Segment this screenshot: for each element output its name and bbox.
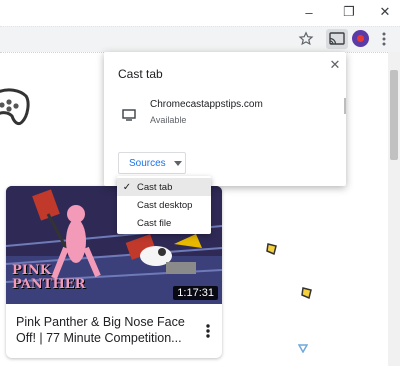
- close-window-button[interactable]: ✕: [376, 4, 394, 20]
- caret-down-icon: [173, 160, 182, 166]
- close-icon[interactable]: ✕: [328, 57, 342, 72]
- star-icon[interactable]: [298, 31, 314, 47]
- sources-menu: ✓ Cast tab Cast desktop Cast file: [117, 176, 211, 234]
- profile-icon[interactable]: [352, 30, 369, 47]
- menu-item-label: Cast tab: [137, 181, 173, 193]
- video-duration: 1:17:31: [173, 286, 218, 300]
- cast-icon[interactable]: [326, 29, 348, 49]
- tv-icon: [122, 108, 136, 121]
- more-vert-icon[interactable]: [378, 31, 390, 47]
- menu-item-cast-tab[interactable]: ✓ Cast tab: [117, 178, 211, 196]
- triangle-marker-icon: [297, 340, 309, 354]
- menu-item-label: Cast file: [137, 217, 172, 229]
- menu-item-cast-file[interactable]: Cast file: [117, 214, 211, 232]
- menu-item-label: Cast desktop: [137, 199, 193, 211]
- video-title[interactable]: Pink Panther & Big Nose Face Off! | 77 M…: [16, 314, 196, 346]
- sources-dropdown-button[interactable]: Sources: [118, 152, 186, 174]
- scrollbar-thumb[interactable]: [390, 70, 398, 160]
- more-options-icon[interactable]: [203, 323, 213, 339]
- check-icon: ✓: [122, 181, 132, 193]
- minimize-button[interactable]: –: [300, 4, 318, 20]
- lemon-sticker-icon: [301, 286, 313, 300]
- dialog-scroll-indicator: [344, 98, 346, 114]
- cast-device-status: Available: [150, 115, 187, 125]
- menu-item-cast-desktop[interactable]: Cast desktop: [117, 196, 211, 214]
- sources-label: Sources: [129, 157, 166, 169]
- cast-dialog: Cast tab ✕ Chromecastappstips.com Availa…: [104, 52, 346, 186]
- lemon-sticker-icon: [266, 242, 278, 256]
- gamepad-icon: [0, 82, 32, 130]
- cast-dialog-title: Cast tab: [118, 67, 163, 81]
- maximize-button[interactable]: ❐: [340, 4, 358, 20]
- cast-device-name[interactable]: Chromecastappstips.com: [150, 99, 263, 110]
- thumbnail-logo-text: PINK PANTHER: [12, 263, 86, 292]
